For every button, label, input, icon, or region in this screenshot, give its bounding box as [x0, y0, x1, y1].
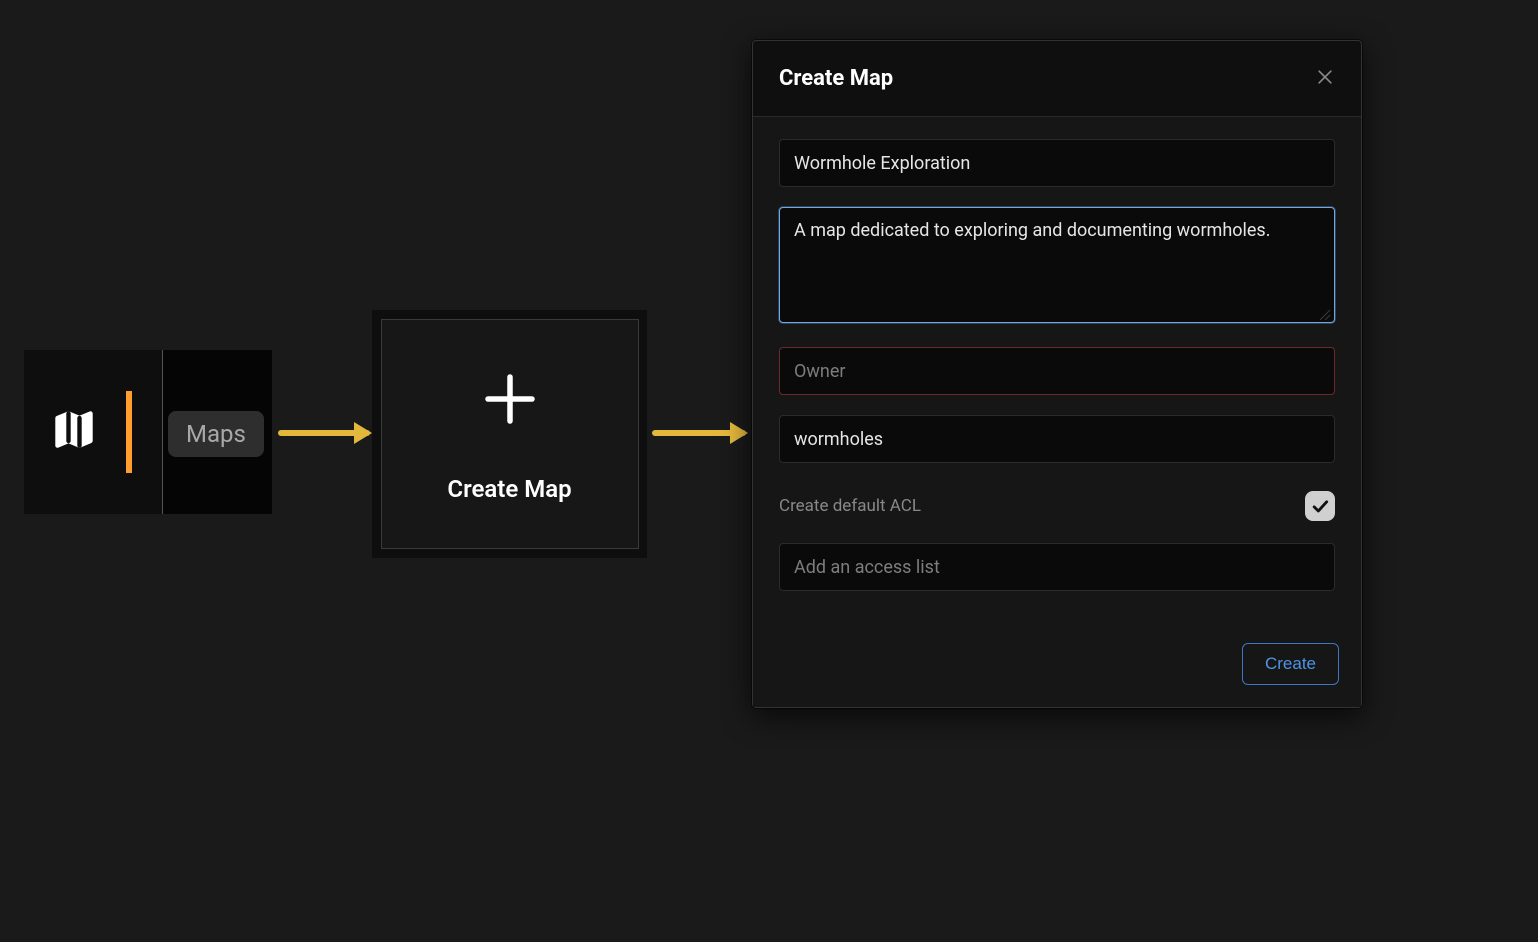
owner-input[interactable]: Owner — [779, 347, 1335, 395]
plus-icon — [477, 365, 543, 445]
map-icon[interactable] — [52, 408, 96, 456]
create-map-tile-label: Create Map — [447, 475, 571, 503]
create-map-tile-panel: Create Map — [372, 310, 647, 558]
map-name-input[interactable]: Wormhole Exploration — [779, 139, 1335, 187]
slug-value: wormholes — [794, 429, 883, 450]
close-icon[interactable] — [1315, 67, 1335, 91]
slug-input[interactable]: wormholes — [779, 415, 1335, 463]
sidebar-nav-preview: Maps — [24, 350, 272, 514]
maps-tooltip[interactable]: Maps — [168, 411, 264, 457]
modal-header: Create Map — [753, 41, 1361, 117]
active-indicator — [126, 391, 132, 473]
modal-footer: Create — [753, 625, 1361, 707]
resize-handle-icon[interactable] — [1318, 306, 1332, 320]
create-button[interactable]: Create — [1242, 643, 1339, 685]
access-list-placeholder-text: Add an access list — [794, 557, 940, 578]
map-description-input[interactable]: A map dedicated to exploring and documen… — [779, 207, 1335, 323]
create-map-tile[interactable]: Create Map — [381, 319, 639, 549]
modal-body: Wormhole Exploration A map dedicated to … — [753, 117, 1361, 625]
modal-title: Create Map — [779, 66, 893, 91]
owner-placeholder-text: Owner — [794, 361, 846, 382]
default-acl-row: Create default ACL — [779, 491, 1335, 521]
create-button-label: Create — [1265, 654, 1316, 673]
map-name-value: Wormhole Exploration — [794, 153, 970, 174]
tooltip-label: Maps — [186, 420, 246, 448]
default-acl-checkbox[interactable] — [1305, 491, 1335, 521]
create-map-modal: Create Map Wormhole Exploration A map de… — [752, 40, 1362, 708]
map-description-value: A map dedicated to exploring and documen… — [794, 220, 1270, 241]
access-list-input[interactable]: Add an access list — [779, 543, 1335, 591]
default-acl-label: Create default ACL — [779, 496, 921, 516]
